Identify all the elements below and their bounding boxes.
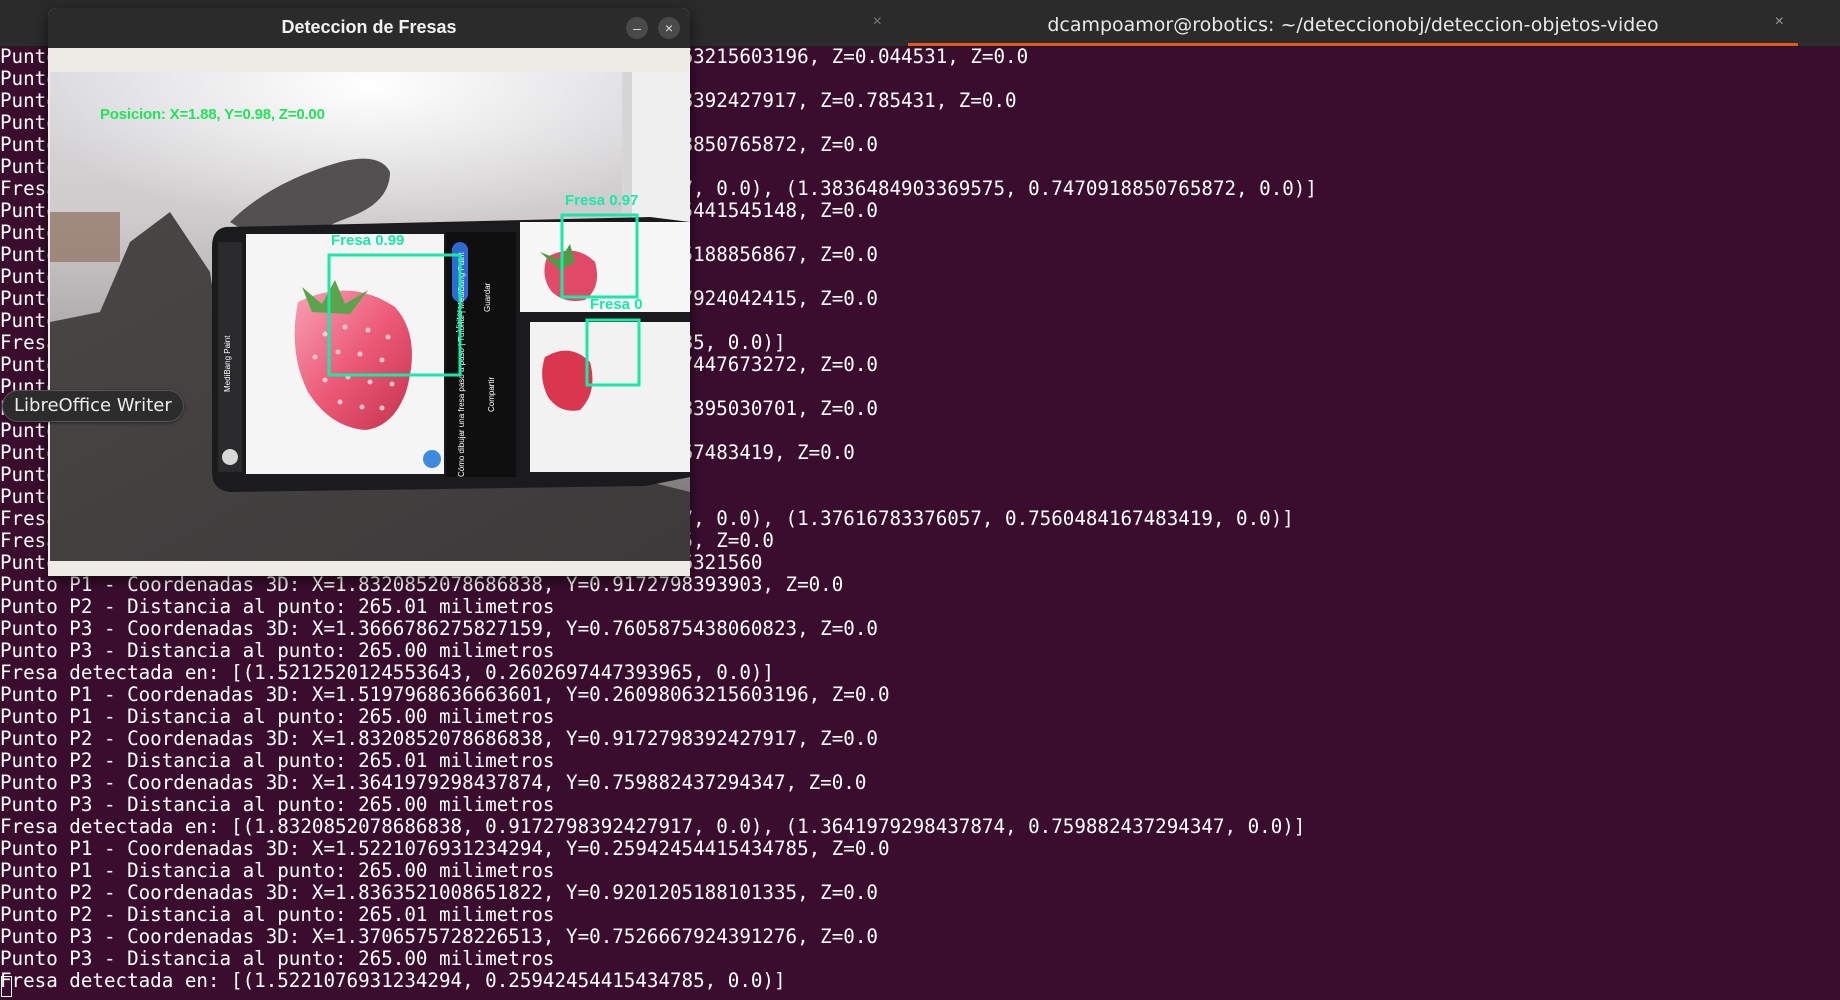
close-icon[interactable]: ×	[1775, 13, 1784, 31]
terminal-line: Punto P1 - Coordenadas 3D: X=1.519796863…	[0, 683, 890, 706]
terminal-cursor	[1, 976, 12, 997]
terminal-line: Punto P3 - Coordenadas 3D: X=1.370657572…	[0, 925, 878, 948]
position-readout: Posicion: X=1.88, Y=0.98, Z=0.00	[100, 106, 325, 123]
window-titlebar[interactable]: Deteccion de Fresas – ×	[48, 8, 690, 48]
phone-app-name-text: MediBang Paint	[223, 335, 232, 392]
terminal-line: Punto P2 - Coordenadas 3D: X=1.832085207…	[0, 727, 878, 750]
terminal-line: Punto P1 - Distancia al punto: 265.00 mi…	[0, 859, 555, 882]
window-title: Deteccion de Fresas	[281, 17, 457, 37]
terminal-tab-active[interactable]: dcampoamor@robotics: ~/deteccionobj/dete…	[908, 0, 1798, 46]
detection-label: Fresa 0.99	[331, 232, 405, 249]
terminal-line: Punto P1 - Coordenadas 3D: X=1.522107693…	[0, 837, 890, 860]
close-button[interactable]: ×	[658, 17, 680, 39]
minimize-button[interactable]: –	[626, 17, 648, 39]
detection-label: Fresa 0.97	[565, 192, 639, 209]
terminal-tab-title: dcampoamor@robotics: ~/deteccionobj/dete…	[1047, 14, 1659, 36]
terminal-line: Punto P2 - Distancia al punto: 265.01 mi…	[0, 749, 555, 772]
terminal-line: Fresa detectada en: [(1.5221076931234294…	[0, 969, 786, 992]
phone-save-text: Guardar	[483, 282, 492, 312]
camera-feed: Guardar Compartir Visitar Cómo dibujar u…	[50, 72, 690, 561]
camera-window[interactable]: Deteccion de Fresas – × Guardar Comparti…	[48, 8, 690, 576]
close-icon[interactable]: ×	[873, 13, 882, 31]
terminal-line: Punto P3 - Distancia al punto: 265.00 mi…	[0, 639, 555, 662]
terminal-line: Punto P3 - Coordenadas 3D: X=1.366678627…	[0, 617, 878, 640]
terminal-line: Punto P1 - Coordenadas 3D: X=1.832085207…	[0, 573, 844, 596]
terminal-line: Punto P3 - Distancia al punto: 265.00 mi…	[0, 947, 555, 970]
terminal-line: Punto P2 - Distancia al punto: 265.01 mi…	[0, 903, 555, 926]
terminal-tab-inactive[interactable]: ×	[690, 0, 900, 46]
terminal-line: Fresa detectada en: [(1.8320852078686838…	[0, 815, 1306, 838]
camera-frame-image: Guardar Compartir Visitar Cómo dibujar u…	[50, 72, 690, 561]
detection-label: Fresa 0	[590, 296, 643, 313]
terminal-line: Punto P3 - Distancia al punto: 265.00 mi…	[0, 793, 555, 816]
terminal-line: Punto P3 - Coordenadas 3D: X=1.364197929…	[0, 771, 867, 794]
terminal-line: Punto P2 - Distancia al punto: 265.01 mi…	[0, 595, 555, 618]
terminal-line: Punto P2 - Coordenadas 3D: X=1.836352100…	[0, 881, 878, 904]
phone-share-text: Compartir	[487, 377, 496, 412]
dock-tooltip: LibreOffice Writer	[2, 390, 184, 422]
terminal-line: Fresa detectada en: [(1.5212520124553643…	[0, 661, 774, 684]
terminal-line: Punto P1 - Distancia al punto: 265.00 mi…	[0, 705, 555, 728]
